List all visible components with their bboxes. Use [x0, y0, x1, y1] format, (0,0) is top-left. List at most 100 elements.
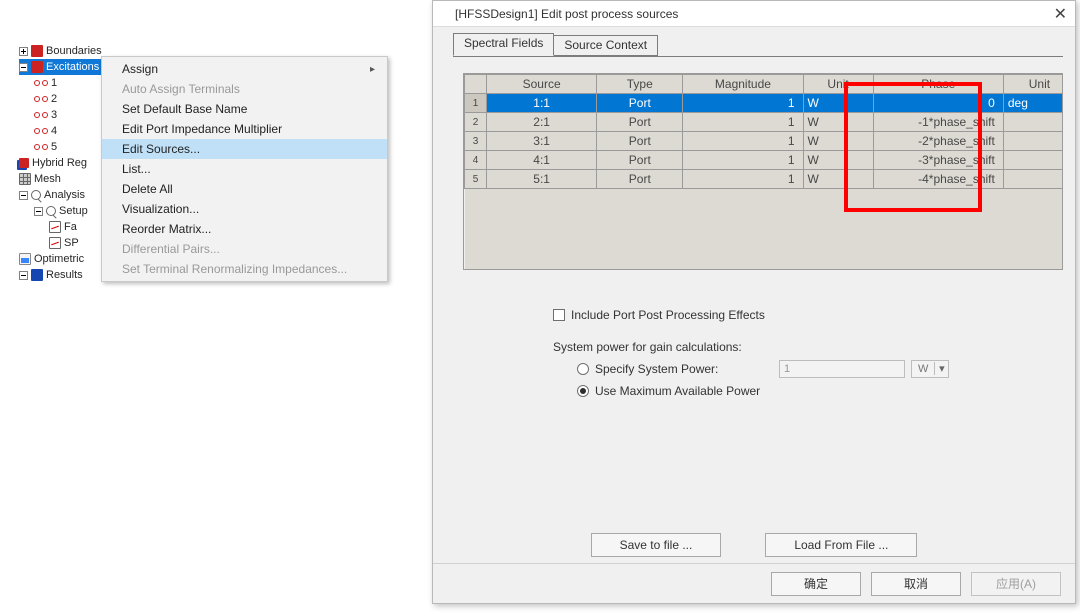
save-to-file-button[interactable]: Save to file ... — [591, 533, 722, 557]
cell-source[interactable]: 4:1 — [487, 151, 597, 170]
table-row[interactable]: 55:1Port1W-4*phase_shift — [465, 170, 1064, 189]
cell-unit2[interactable]: deg — [1003, 94, 1063, 113]
menu-set-terminal-renormalizing: Set Terminal Renormalizing Impedances... — [102, 259, 387, 279]
collapse-icon[interactable] — [34, 207, 43, 216]
col-type[interactable]: Type — [597, 75, 683, 94]
cell-phase[interactable]: -1*phase_shift — [873, 113, 1003, 132]
row-header[interactable]: 5 — [465, 170, 487, 189]
table-row[interactable]: 22:1Port1W-1*phase_shift — [465, 113, 1064, 132]
row-header[interactable]: 1 — [465, 94, 487, 113]
chevron-down-icon: ▾ — [934, 362, 948, 375]
cell-type[interactable]: Port — [597, 113, 683, 132]
tree-setup[interactable]: Setup — [19, 203, 109, 219]
cancel-button[interactable]: 取消 — [871, 572, 961, 596]
menu-edit-port-impedance-multiplier[interactable]: Edit Port Impedance Multiplier — [102, 119, 387, 139]
table-row[interactable]: 44:1Port1W-3*phase_shift — [465, 151, 1064, 170]
collapse-icon[interactable] — [19, 271, 28, 280]
radio-specify-power[interactable] — [577, 363, 589, 375]
cell-unit2[interactable] — [1003, 132, 1063, 151]
tree-excitation-1[interactable]: 1 — [19, 75, 109, 91]
boundaries-icon — [31, 45, 43, 57]
col-unit[interactable]: Unit — [803, 75, 873, 94]
tree-label: SP — [64, 235, 79, 251]
cell-source[interactable]: 2:1 — [487, 113, 597, 132]
hybrid-icon — [19, 158, 29, 168]
cell-phase[interactable]: -2*phase_shift — [873, 132, 1003, 151]
tree-optimetrics[interactable]: Optimetric — [19, 251, 109, 267]
cell-magnitude[interactable]: 1 — [683, 170, 803, 189]
close-icon[interactable]: ✕ — [1054, 4, 1067, 24]
cell-magnitude[interactable]: 1 — [683, 94, 803, 113]
cell-phase[interactable]: -4*phase_shift — [873, 170, 1003, 189]
menu-reorder-matrix[interactable]: Reorder Matrix... — [102, 219, 387, 239]
cell-type[interactable]: Port — [597, 170, 683, 189]
cell-unit2[interactable] — [1003, 151, 1063, 170]
table-row[interactable]: 33:1Port1W-2*phase_shift — [465, 132, 1064, 151]
menu-assign[interactable]: Assign — [102, 59, 387, 79]
cell-phase[interactable]: 0 — [873, 94, 1003, 113]
menu-edit-sources[interactable]: Edit Sources... — [102, 139, 387, 159]
cell-phase[interactable]: -3*phase_shift — [873, 151, 1003, 170]
cell-unit[interactable]: W — [803, 151, 873, 170]
cell-magnitude[interactable]: 1 — [683, 132, 803, 151]
tree-excitation-4[interactable]: 4 — [19, 123, 109, 139]
port-icon — [34, 112, 48, 118]
menu-differential-pairs: Differential Pairs... — [102, 239, 387, 259]
tree-boundaries[interactable]: Boundaries — [19, 43, 109, 59]
tree-excitation-2[interactable]: 2 — [19, 91, 109, 107]
expand-icon[interactable] — [19, 47, 28, 56]
checkbox-icon[interactable] — [553, 309, 565, 321]
row-header[interactable]: 4 — [465, 151, 487, 170]
sources-table[interactable]: Source Type Magnitude Unit Phase Unit 11… — [463, 73, 1063, 270]
cell-type[interactable]: Port — [597, 132, 683, 151]
menu-delete-all[interactable]: Delete All — [102, 179, 387, 199]
menu-list[interactable]: List... — [102, 159, 387, 179]
dialog-title: [HFSSDesign1] Edit post process sources — [455, 7, 678, 21]
tree-analysis[interactable]: Analysis — [19, 187, 109, 203]
cell-magnitude[interactable]: 1 — [683, 113, 803, 132]
tree-hybrid[interactable]: Hybrid Reg — [19, 155, 109, 171]
tree-excitations[interactable]: Excitations — [19, 59, 109, 75]
tab-spectral-fields[interactable]: Spectral Fields — [453, 33, 554, 56]
col-source[interactable]: Source — [487, 75, 597, 94]
port-icon — [34, 80, 48, 86]
cell-type[interactable]: Port — [597, 151, 683, 170]
cell-source[interactable]: 3:1 — [487, 132, 597, 151]
tab-source-context[interactable]: Source Context — [554, 35, 658, 56]
collapse-icon[interactable] — [19, 63, 28, 72]
row-header[interactable]: 2 — [465, 113, 487, 132]
tree-sp[interactable]: SP — [19, 235, 109, 251]
cell-unit[interactable]: W — [803, 94, 873, 113]
collapse-icon[interactable] — [19, 191, 28, 200]
setup-icon — [46, 206, 56, 216]
radio-use-max-power[interactable] — [577, 385, 589, 397]
dialog-titlebar: [HFSSDesign1] Edit post process sources … — [433, 1, 1075, 27]
edit-sources-dialog: [HFSSDesign1] Edit post process sources … — [432, 0, 1076, 604]
ok-button[interactable]: 确定 — [771, 572, 861, 596]
row-header[interactable]: 3 — [465, 132, 487, 151]
table-row[interactable]: 11:1Port1W0deg — [465, 94, 1064, 113]
include-effects-checkbox[interactable]: Include Port Post Processing Effects — [553, 308, 1063, 322]
load-from-file-button[interactable]: Load From File ... — [765, 533, 917, 557]
cell-unit[interactable]: W — [803, 132, 873, 151]
col-unit2[interactable]: Unit — [1003, 75, 1063, 94]
col-phase[interactable]: Phase — [873, 75, 1003, 94]
tree-results[interactable]: Results — [19, 267, 109, 283]
tree-excitation-5[interactable]: 5 — [19, 139, 109, 155]
tree-label: Results — [46, 267, 83, 283]
menu-visualization[interactable]: Visualization... — [102, 199, 387, 219]
cell-unit2[interactable] — [1003, 170, 1063, 189]
cell-unit[interactable]: W — [803, 113, 873, 132]
tree-label: Setup — [59, 203, 88, 219]
cell-unit2[interactable] — [1003, 113, 1063, 132]
cell-source[interactable]: 5:1 — [487, 170, 597, 189]
col-magnitude[interactable]: Magnitude — [683, 75, 803, 94]
tree-excitation-3[interactable]: 3 — [19, 107, 109, 123]
cell-magnitude[interactable]: 1 — [683, 151, 803, 170]
cell-unit[interactable]: W — [803, 170, 873, 189]
tree-fa[interactable]: Fa — [19, 219, 109, 235]
tree-mesh[interactable]: Mesh — [19, 171, 109, 187]
cell-source[interactable]: 1:1 — [487, 94, 597, 113]
cell-type[interactable]: Port — [597, 94, 683, 113]
menu-set-default-base-name[interactable]: Set Default Base Name — [102, 99, 387, 119]
